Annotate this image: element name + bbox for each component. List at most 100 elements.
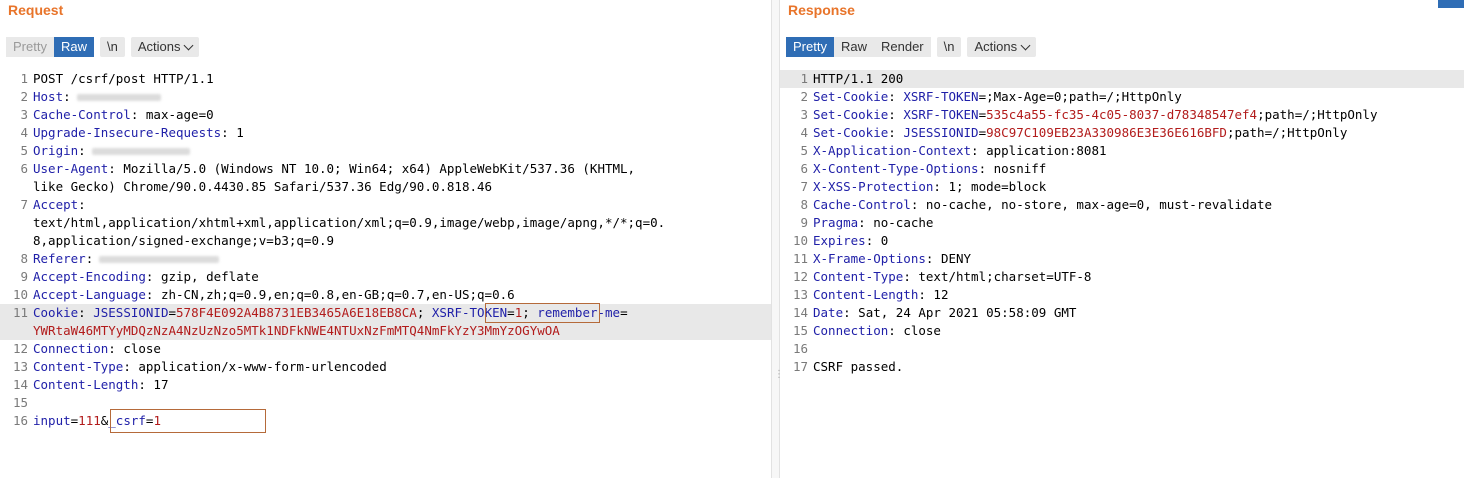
cookie-key: XSRF-TOKEN xyxy=(903,89,979,104)
header-name: User-Agent xyxy=(33,161,109,176)
cookie-attrs: ;Max-Age=0;path=/;HttpOnly xyxy=(986,89,1182,104)
cookie-value: 1 xyxy=(514,305,523,320)
actions-menu[interactable]: Actions xyxy=(967,37,1037,57)
code-line: 13 Content-Length: 12 xyxy=(780,286,1464,304)
line-text: X-XSS-Protection: 1; mode=block xyxy=(813,179,1047,194)
chevron-down-icon xyxy=(184,40,194,50)
code-line: 4 Upgrade-Insecure-Requests: 1 xyxy=(0,124,771,142)
code-line: 16 xyxy=(780,340,1464,358)
code-line: 15 xyxy=(0,394,771,412)
header-name: X-Content-Type-Options xyxy=(813,161,979,176)
cookie-attrs: ;path=/;HttpOnly xyxy=(1257,107,1378,122)
line-text: Cache-Control: no-cache, no-store, max-a… xyxy=(813,197,1273,212)
cookie-key: XSRF-TOKEN xyxy=(903,107,979,122)
header-name: Upgrade-Insecure-Requests xyxy=(33,125,222,140)
layout-toggle-icon[interactable] xyxy=(1438,0,1464,8)
tab-raw[interactable]: Raw xyxy=(833,37,874,57)
tab-render[interactable]: Render xyxy=(873,37,931,57)
line-number: 12 xyxy=(12,341,28,356)
header-name: Set-Cookie xyxy=(813,107,889,122)
param-value: 111 xyxy=(78,413,101,428)
param-key: input xyxy=(33,413,71,428)
code-line: 2 Host: xyxy=(0,88,771,106)
line-text: Content-Type: text/html;charset=UTF-8 xyxy=(813,269,1092,284)
header-value: like Gecko) Chrome/90.0.4430.85 Safari/5… xyxy=(33,179,493,194)
header-value: text/html,application/xhtml+xml,applicat… xyxy=(33,215,666,230)
line-text: Accept-Encoding: gzip, deflate xyxy=(33,269,259,284)
line-number: 2 xyxy=(20,89,28,104)
actions-menu[interactable]: Actions xyxy=(130,37,200,57)
tab-pretty[interactable]: Pretty xyxy=(786,37,834,57)
code-line: 8 Cache-Control: no-cache, no-store, max-… xyxy=(780,196,1464,214)
line-number: 3 xyxy=(800,107,808,122)
header-value: application:8081 xyxy=(978,143,1107,158)
line-text: Connection: close xyxy=(33,341,161,356)
header-value: no-cache xyxy=(865,215,934,230)
cookie-value: 535c4a55-fc35-4c05-8037-d78348547ef4 xyxy=(986,107,1258,122)
code-line: 4 Set-Cookie: JSESSIONID=98C97C109EB23A33… xyxy=(780,124,1464,142)
header-name: HTTP/1.1 200 xyxy=(813,71,904,86)
line-number: 12 xyxy=(792,269,808,284)
code-line: 13 Content-Type: application/x-www-form-u… xyxy=(0,358,771,376)
line-number: 10 xyxy=(792,233,808,248)
line-text: User-Agent: Mozilla/5.0 (Windows NT 10.0… xyxy=(33,161,636,176)
code-line: 7 X-XSS-Protection: 1; mode=block xyxy=(780,178,1464,196)
newline-toggle[interactable]: \n xyxy=(936,37,962,57)
code-line: 14 Content-Length: 17 xyxy=(0,376,771,394)
code-line: 8 Referer: xyxy=(0,250,771,268)
line-text: Host: xyxy=(33,88,161,106)
line-text: YWRtaW46MTYyMDQzNzA4NzUzNzo5MTk1NDFkNWE4… xyxy=(33,322,560,340)
header-value: Mozilla/5.0 (Windows NT 10.0; Win64; x64… xyxy=(115,161,636,176)
line-number: 8 xyxy=(20,251,28,266)
line-text: Content-Length: 17 xyxy=(33,377,169,392)
line-number: 14 xyxy=(792,305,808,320)
request-pane: Request Pretty Raw \n Actions 1 POST /csr… xyxy=(0,0,771,478)
request-toolbar: Pretty Raw \n Actions xyxy=(6,37,200,57)
header-name: Accept-Encoding xyxy=(33,269,146,284)
line-text: Referer: xyxy=(33,250,220,268)
pane-splitter[interactable]: ⋮ xyxy=(771,0,784,478)
code-line: 12 Connection: close xyxy=(0,340,771,358)
redacted-value xyxy=(91,148,190,155)
header-name: Cache-Control xyxy=(33,107,131,122)
header-value: text/html;charset=UTF-8 xyxy=(910,269,1092,284)
line-text: X-Content-Type-Options: nosniff xyxy=(813,161,1047,176)
header-name: Content-Type xyxy=(813,269,904,284)
tab-pretty[interactable]: Pretty xyxy=(6,37,54,57)
response-toolbar: Pretty Raw Render \n Actions xyxy=(786,37,1037,57)
cookie-key: XSRF-TOKEN xyxy=(431,305,508,320)
line-text: CSRF passed. xyxy=(813,358,903,376)
newline-toggle[interactable]: \n xyxy=(99,37,125,57)
tab-raw[interactable]: Raw xyxy=(53,37,94,57)
response-view-tabs: Pretty Raw Render xyxy=(786,37,931,57)
line-text: Accept: xyxy=(33,197,86,212)
code-line: 5 X-Application-Context: application:8081 xyxy=(780,142,1464,160)
header-name: Content-Length xyxy=(33,377,139,392)
param-key: _csrf xyxy=(108,413,146,428)
line-number: 15 xyxy=(792,323,808,338)
header-name: Accept xyxy=(33,197,79,212)
line-text: 8,application/signed-exchange;v=b3;q=0.9 xyxy=(33,232,334,250)
header-value: no-cache, no-store, max-age=0, must-reva… xyxy=(918,197,1273,212)
header-value: DENY xyxy=(933,251,972,266)
code-line: 1 POST /csrf/post HTTP/1.1 xyxy=(0,70,771,88)
response-editor[interactable]: 1 HTTP/1.1 200 2 Set-Cookie: XSRF-TOKEN=;Ma… xyxy=(780,68,1464,478)
request-editor[interactable]: 1 POST /csrf/post HTTP/1.1 2 Host: 3 Cache-Co… xyxy=(0,68,771,478)
header-value: 8,application/signed-exchange;v=b3;q=0.9 xyxy=(33,233,335,248)
header-value: nosniff xyxy=(986,161,1047,176)
header-value: max-age=0 xyxy=(138,107,214,122)
code-line: like Gecko) Chrome/90.0.4430.85 Safari/5… xyxy=(0,178,771,196)
code-line: 6 User-Agent: Mozilla/5.0 (Windows NT 10.… xyxy=(0,160,771,178)
header-name: POST /csrf/post HTTP/1.1 xyxy=(33,71,214,86)
code-line: 3 Set-Cookie: XSRF-TOKEN=535c4a55-fc35-4c… xyxy=(780,106,1464,124)
cookie-key: JSESSIONID xyxy=(93,305,169,320)
line-number: 11 xyxy=(12,305,28,320)
cookie-value: YWRtaW46MTYyMDQzNzA4NzUzNzo5MTk1NDFkNWE4… xyxy=(33,323,560,338)
line-number: 10 xyxy=(12,287,28,302)
header-value: 17 xyxy=(145,377,169,392)
line-number: 7 xyxy=(20,197,28,212)
header-value: 1; mode=block xyxy=(940,179,1047,194)
line-text: like Gecko) Chrome/90.0.4430.85 Safari/5… xyxy=(33,178,492,196)
request-title: Request xyxy=(8,2,64,18)
header-name: X-Application-Context xyxy=(813,143,972,158)
